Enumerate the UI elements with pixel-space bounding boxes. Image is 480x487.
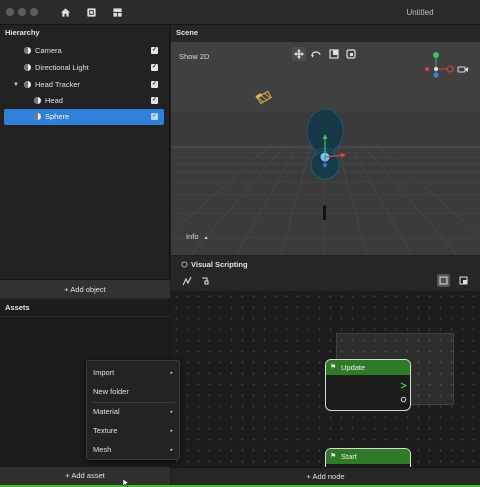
hierarchy-item-label: Camera (35, 46, 62, 55)
visual-scripting-header: Visual Scripting (171, 256, 480, 291)
menu-item-mesh[interactable]: Mesh ▸ (87, 441, 179, 459)
scene-panel[interactable]: Scene Show 2D Info ▲ (171, 25, 480, 255)
expand-caret-icon[interactable]: ▼ (13, 77, 19, 93)
menu-item-texture[interactable]: Texture ▸ (87, 422, 179, 440)
submenu-arrow-icon: ▸ (170, 409, 173, 415)
hierarchy-item-camera[interactable]: Camera ✓ (4, 43, 164, 59)
hierarchy-item-label: Directional Light (35, 63, 89, 72)
menu-item-import[interactable]: Import ▸ (87, 364, 179, 382)
add-node-button[interactable]: + Add node (171, 467, 480, 485)
hierarchy-item-sphere[interactable]: Sphere ✓ (4, 109, 164, 125)
submenu-arrow-icon: ▸ (170, 370, 173, 376)
scene-viewport[interactable] (171, 25, 480, 255)
info-caret-icon: ▲ (203, 235, 209, 241)
visibility-checkbox[interactable]: ✓ (151, 113, 158, 120)
menu-item-label: Mesh (93, 445, 112, 454)
expand-view-icon[interactable] (457, 274, 470, 287)
add-asset-button[interactable]: + Add asset (0, 467, 170, 485)
menu-item-new-folder[interactable]: New folder (87, 383, 179, 401)
window-title: Untitled (406, 8, 434, 17)
object-icon (24, 47, 31, 54)
window-close-button[interactable] (6, 8, 14, 16)
node-title: Start (341, 452, 357, 461)
hierarchy-item-head[interactable]: Head ✓ (4, 93, 164, 109)
node-title: Update (341, 363, 366, 372)
visual-scripting-title: Visual Scripting (191, 260, 248, 269)
output-port-icon[interactable] (400, 396, 407, 403)
visual-scripting-icon (181, 261, 188, 268)
visibility-checkbox[interactable]: ✓ (151, 64, 158, 71)
window-maximize-button[interactable] (30, 8, 38, 16)
menu-item-label: Texture (93, 426, 118, 435)
start-node[interactable]: ⚑ Start (325, 448, 411, 467)
menu-item-material[interactable]: Material ▸ (87, 403, 179, 421)
menu-item-label: Material (93, 407, 120, 416)
visibility-checkbox[interactable]: ✓ (151, 97, 158, 104)
assets-context-menu: Import ▸ New folder Material ▸ Texture ▸… (86, 360, 180, 460)
view-mode-icon[interactable] (437, 274, 450, 287)
menu-item-label: Import (93, 368, 115, 377)
visibility-checkbox[interactable]: ✓ (151, 47, 158, 54)
layout-tool-icon[interactable] (200, 276, 210, 286)
node-header: ⚑ Update (326, 360, 410, 375)
add-object-button[interactable]: + Add object (0, 279, 170, 298)
flag-icon: ⚑ (330, 364, 337, 371)
info-label: Info (186, 232, 199, 241)
scale-tool-icon[interactable] (327, 47, 341, 61)
hierarchy-item-label: Head Tracker (35, 80, 81, 89)
hierarchy-item-directional-light[interactable]: Directional Light ✓ (4, 60, 164, 76)
submenu-arrow-icon: ▸ (170, 428, 173, 434)
move-tool-icon[interactable] (292, 47, 306, 61)
hierarchy-item-head-tracker[interactable]: ▼ Head Tracker ✓ (4, 77, 164, 93)
visual-scripting-panel: Visual Scripting ⚑ Update ⚑ Start (171, 256, 480, 467)
connect-tool-icon[interactable] (182, 276, 192, 286)
menu-item-label: New folder (93, 387, 129, 396)
scene-title: Scene (176, 28, 199, 37)
info-toggle[interactable]: Info ▲ (186, 232, 209, 241)
rotate-tool-icon[interactable] (309, 47, 323, 61)
node-canvas[interactable]: ⚑ Update ⚑ Start (171, 291, 480, 467)
title-bar: Untitled (0, 0, 480, 25)
home-icon[interactable] (60, 7, 71, 18)
hierarchy-item-label: Sphere (45, 112, 70, 121)
play-arrow-icon[interactable] (400, 382, 407, 389)
scene-header: Scene (171, 25, 480, 42)
character-figure (323, 208, 326, 220)
layout-icon[interactable] (112, 7, 123, 18)
node-header: ⚑ Start (326, 449, 410, 464)
object-icon (34, 113, 41, 120)
grid-icon[interactable] (86, 7, 97, 18)
hierarchy-panel: Hierarchy Camera ✓ Directional Light ✓ ▼… (0, 25, 170, 300)
submenu-arrow-icon: ▸ (170, 447, 173, 453)
hierarchy-item-label: Head (45, 96, 63, 105)
window-minimize-button[interactable] (18, 8, 26, 16)
assets-title: Assets (5, 303, 30, 312)
update-node[interactable]: ⚑ Update (325, 359, 411, 411)
divider (0, 316, 170, 317)
visibility-checkbox[interactable]: ✓ (151, 81, 158, 88)
flag-icon: ⚑ (330, 453, 337, 460)
object-icon (34, 97, 41, 104)
object-icon (24, 64, 31, 71)
mouse-cursor-icon (123, 479, 130, 487)
rect-tool-icon[interactable] (344, 47, 358, 61)
hierarchy-title: Hierarchy (5, 28, 40, 37)
object-icon (24, 81, 31, 88)
show-2d-toggle[interactable]: Show 2D (179, 52, 209, 61)
